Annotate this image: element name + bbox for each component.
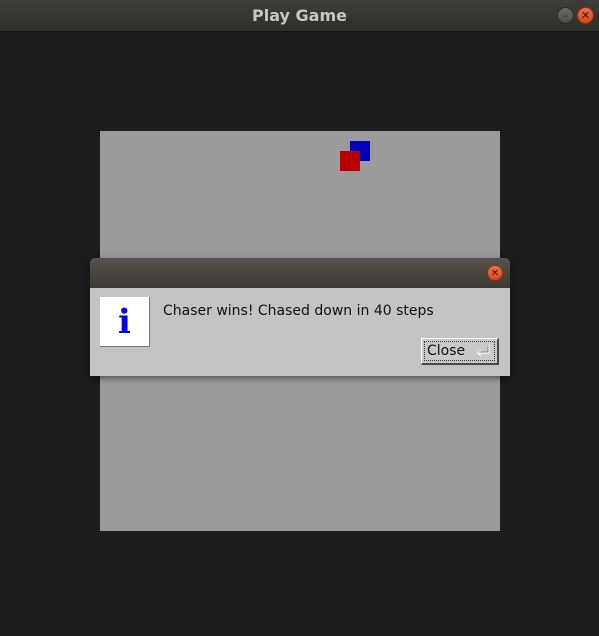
red-square <box>340 151 360 171</box>
return-key-icon <box>476 345 490 357</box>
close-button-label: Close <box>427 343 466 359</box>
dialog-message: Chaser wins! Chased down in 40 steps <box>163 303 434 319</box>
game-window: Play Game – ✕ ✕ i Chaser wins! Chased do… <box>0 0 599 636</box>
dialog-body: i Chaser wins! Chased down in 40 steps C… <box>90 288 510 376</box>
minimize-window-button[interactable]: – <box>557 7 574 24</box>
minimize-icon: – <box>562 9 569 22</box>
close-button[interactable]: Close <box>421 338 499 365</box>
close-icon: ✕ <box>580 9 591 22</box>
close-window-button[interactable]: ✕ <box>577 7 594 24</box>
window-titlebar[interactable]: Play Game – ✕ <box>0 0 599 32</box>
info-icon: i <box>100 297 150 347</box>
message-dialog: ✕ i Chaser wins! Chased down in 40 steps… <box>90 258 510 376</box>
dialog-close-button[interactable]: ✕ <box>487 265 503 281</box>
window-title: Play Game <box>252 6 347 25</box>
close-icon: ✕ <box>490 267 500 279</box>
dialog-titlebar[interactable]: ✕ <box>90 258 510 288</box>
info-glyph: i <box>118 301 131 342</box>
